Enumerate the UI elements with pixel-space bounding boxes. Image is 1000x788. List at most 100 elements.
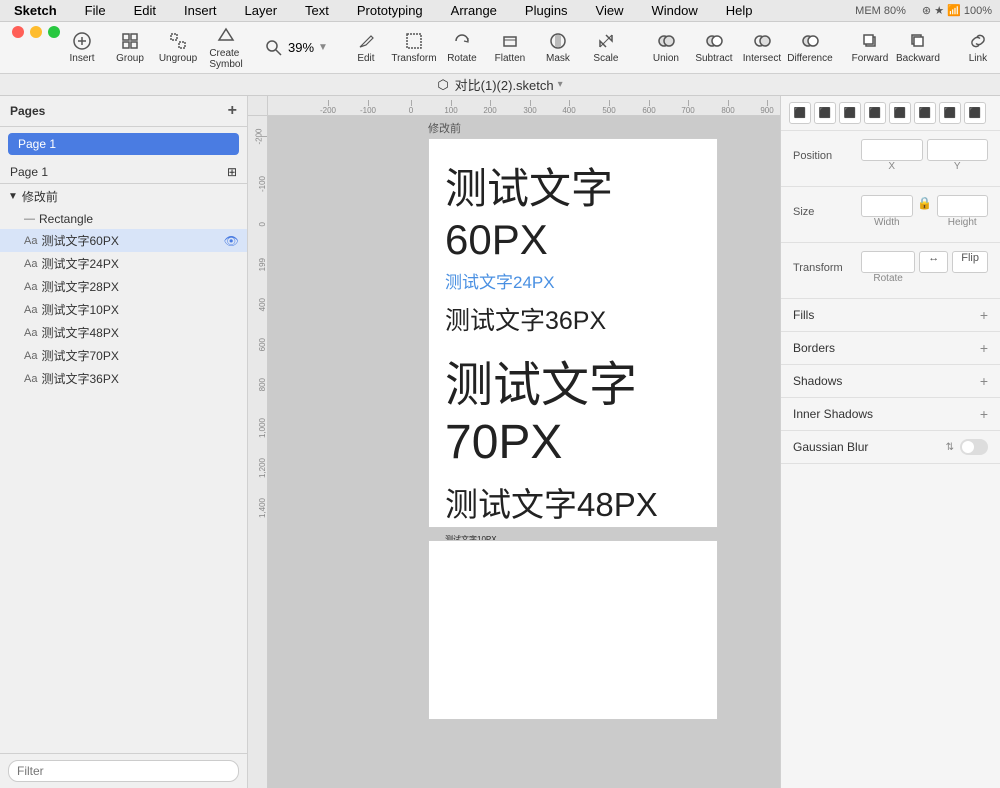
align-center-v-button[interactable]: ⬛ xyxy=(889,102,911,124)
artboard-content-1: 测试文字60PX 测试文字24PX 测试文字36PX 测试文字70PX 测试文字… xyxy=(429,139,717,594)
artboard-2[interactable] xyxy=(428,540,718,720)
canvas-area: -200 -100 0 100 200 300 400 500 600 700 … xyxy=(248,96,780,788)
x-input[interactable] xyxy=(861,139,923,161)
fills-header[interactable]: Fills + xyxy=(793,307,988,323)
height-input[interactable] xyxy=(937,195,989,217)
add-fill-button[interactable]: + xyxy=(980,307,988,323)
borders-header[interactable]: Borders + xyxy=(793,340,988,356)
distribute-h-button[interactable]: ⬛ xyxy=(939,102,961,124)
create-symbol-button[interactable]: Create Symbol xyxy=(204,22,248,74)
forward-button[interactable]: Forward xyxy=(848,27,892,68)
art-text-24px: 测试文字24PX xyxy=(445,268,701,293)
minimize-button[interactable] xyxy=(30,26,42,38)
align-section: ⬛ ⬛ ⬛ ⬛ ⬛ ⬛ ⬛ ⬛ xyxy=(781,96,1000,131)
intersect-button[interactable]: Intersect xyxy=(740,27,784,68)
edit-button[interactable]: Edit xyxy=(344,27,388,68)
flip-h-button[interactable]: ↔ xyxy=(919,251,948,273)
menu-help[interactable]: Help xyxy=(720,1,759,20)
menu-file[interactable]: File xyxy=(79,1,112,20)
menu-text[interactable]: Text xyxy=(299,1,335,20)
gaussian-blur-label: Gaussian Blur xyxy=(793,440,868,454)
group-button[interactable]: Group xyxy=(108,27,152,68)
shadows-header[interactable]: Shadows + xyxy=(793,373,988,389)
lock-ratio-button[interactable]: 🔒 xyxy=(917,195,933,211)
layer-item-label: 测试文字48PX xyxy=(41,324,118,341)
x-input-wrapper: X xyxy=(861,139,923,172)
artboard-label: 修改前 xyxy=(428,120,461,136)
y-input[interactable] xyxy=(927,139,989,161)
align-left-button[interactable]: ⬛ xyxy=(789,102,811,124)
rotate-button[interactable]: Rotate xyxy=(440,27,484,68)
rotate-input[interactable] xyxy=(861,251,915,273)
layer-item-text60[interactable]: Aa 测试文字60PX 👁 xyxy=(0,229,247,252)
link-button[interactable]: Link xyxy=(956,27,1000,68)
canvas-content: 修改前 测试文字60PX 测试文字24PX 测试文字36PX 测试文字70PX … xyxy=(268,116,780,788)
layer-item-text36[interactable]: Aa 测试文字36PX xyxy=(0,367,247,390)
distribute-v-button[interactable]: ⬛ xyxy=(964,102,986,124)
filter-input[interactable] xyxy=(8,760,239,782)
align-right-button[interactable]: ⬛ xyxy=(839,102,861,124)
maximize-button[interactable] xyxy=(48,26,60,38)
menu-view[interactable]: View xyxy=(590,1,630,20)
scale-button[interactable]: Scale xyxy=(584,27,628,68)
layer-item-text48[interactable]: Aa 测试文字48PX xyxy=(0,321,247,344)
expand-arrow-icon: ▼ xyxy=(8,191,18,202)
menu-window[interactable]: Window xyxy=(646,1,704,20)
page-1-item[interactable]: Page 1 xyxy=(8,133,239,155)
menu-edit[interactable]: Edit xyxy=(128,1,162,20)
subtract-button[interactable]: Subtract xyxy=(692,27,736,68)
y-label: Y xyxy=(927,161,989,172)
page-dropdown[interactable]: Page 1 ⊞ xyxy=(0,161,247,184)
width-label: Width xyxy=(861,217,913,228)
zoom-control[interactable]: 39% ▼ xyxy=(264,38,328,58)
add-page-button[interactable]: + xyxy=(228,102,237,120)
layer-item-text24[interactable]: Aa 测试文字24PX xyxy=(0,252,247,275)
menu-plugins[interactable]: Plugins xyxy=(519,1,574,20)
add-inner-shadow-button[interactable]: + xyxy=(980,406,988,422)
gaussian-blur-toggle[interactable] xyxy=(960,439,988,455)
menu-sketch[interactable]: Sketch xyxy=(8,1,63,20)
mem-status: MEM 80% xyxy=(855,5,906,17)
shadows-label: Shadows xyxy=(793,374,842,388)
transform-inputs: Rotate ↔ Flip xyxy=(861,251,988,284)
gaussian-blur-header[interactable]: Gaussian Blur ⇅ xyxy=(793,439,988,455)
backward-button[interactable]: Backward xyxy=(896,27,940,68)
layer-item-text70[interactable]: Aa 测试文字70PX xyxy=(0,344,247,367)
menu-arrange[interactable]: Arrange xyxy=(445,1,503,20)
menu-insert[interactable]: Insert xyxy=(178,1,223,20)
artboard-1[interactable]: 测试文字60PX 测试文字24PX 测试文字36PX 测试文字70PX 测试文字… xyxy=(428,138,718,528)
layer-item-text10[interactable]: Aa 测试文字10PX xyxy=(0,298,247,321)
ruler-top: -200 -100 0 100 200 300 400 500 600 700 … xyxy=(268,96,780,116)
inner-shadows-header[interactable]: Inner Shadows + xyxy=(793,406,988,422)
zoom-value[interactable]: 39% xyxy=(288,40,314,55)
add-border-button[interactable]: + xyxy=(980,340,988,356)
wifi-icon: ⊛ ★ 📶 100% xyxy=(922,4,992,17)
difference-button[interactable]: Difference xyxy=(788,27,832,68)
art-text-48px: 测试文字48PX xyxy=(445,478,701,526)
menu-layer[interactable]: Layer xyxy=(239,1,284,20)
layer-item-label: 测试文字10PX xyxy=(41,301,118,318)
width-input[interactable] xyxy=(861,195,913,217)
mask-button[interactable]: Mask xyxy=(536,27,580,68)
borders-label: Borders xyxy=(793,341,835,355)
app-wrapper: Sketch File Edit Insert Layer Text Proto… xyxy=(0,0,1000,788)
ungroup-button[interactable]: Ungroup xyxy=(156,27,200,68)
close-button[interactable] xyxy=(12,26,24,38)
transform-button[interactable]: Transform xyxy=(392,27,436,68)
insert-button[interactable]: Insert xyxy=(60,27,104,68)
layer-item-text28[interactable]: Aa 测试文字28PX xyxy=(0,275,247,298)
menu-prototyping[interactable]: Prototyping xyxy=(351,1,429,20)
layer-item-label: 测试文字28PX xyxy=(41,278,118,295)
visibility-icon[interactable]: 👁 xyxy=(224,234,239,248)
add-shadow-button[interactable]: + xyxy=(980,373,988,389)
flatten-button[interactable]: Flatten xyxy=(488,27,532,68)
align-bottom-button[interactable]: ⬛ xyxy=(914,102,936,124)
layer-item-label: 测试文字60PX xyxy=(41,232,118,249)
align-center-h-button[interactable]: ⬛ xyxy=(814,102,836,124)
layer-group-xiugaiqian[interactable]: ▼ 修改前 xyxy=(0,184,247,209)
align-top-button[interactable]: ⬛ xyxy=(864,102,886,124)
width-input-wrapper: Width xyxy=(861,195,913,228)
flip-v-button[interactable]: Flip xyxy=(952,251,988,273)
layer-item-rectangle[interactable]: — Rectangle xyxy=(0,209,247,229)
union-button[interactable]: Union xyxy=(644,27,688,68)
